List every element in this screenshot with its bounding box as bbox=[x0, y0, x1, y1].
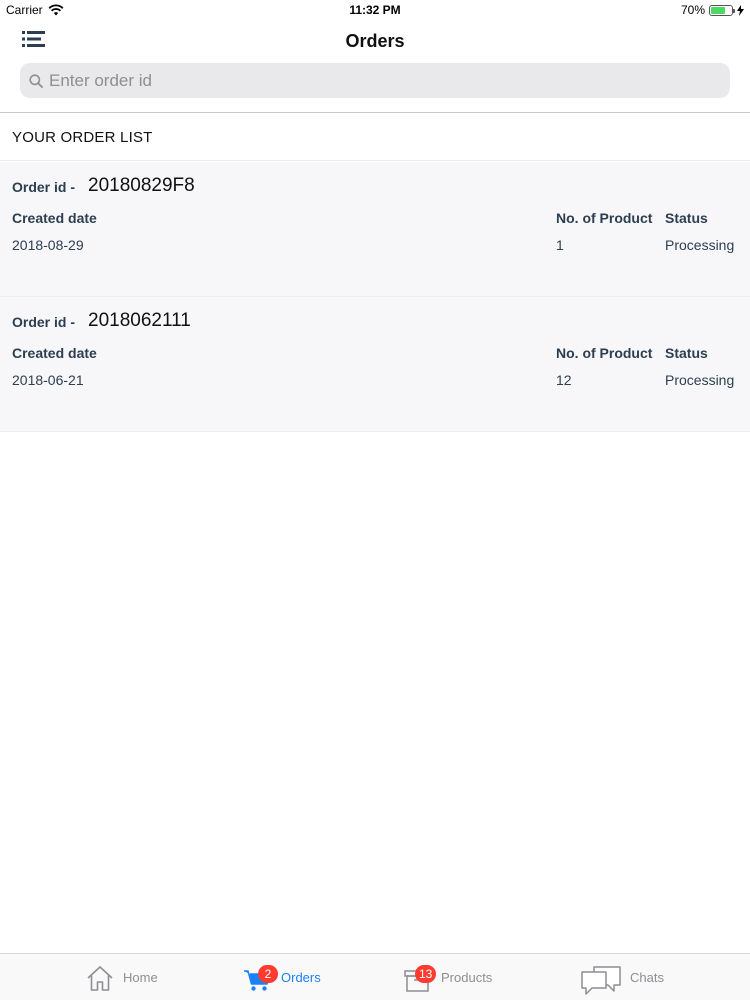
tab-label: Home bbox=[123, 970, 158, 985]
search-icon bbox=[29, 73, 43, 88]
battery-level bbox=[711, 6, 725, 14]
order-list: Order id - 20180829F8 Created date No. o… bbox=[0, 162, 750, 432]
tab-home[interactable]: Home bbox=[85, 954, 158, 1000]
product-count-label: No. of Product bbox=[556, 345, 653, 361]
order-id-label: Order id - bbox=[12, 179, 76, 195]
order-card[interactable]: Order id - 20180829F8 Created date No. o… bbox=[0, 162, 750, 297]
order-status: Processing bbox=[665, 237, 735, 253]
chat-icon bbox=[581, 965, 621, 995]
product-count: 12 bbox=[556, 372, 572, 388]
order-status: Processing bbox=[665, 372, 735, 388]
tab-label: Orders bbox=[281, 970, 321, 985]
tab-orders[interactable]: 2 Orders bbox=[243, 954, 321, 1000]
navigation-bar: Orders bbox=[0, 20, 750, 62]
menu-button[interactable] bbox=[22, 30, 50, 52]
section-title: YOUR ORDER LIST bbox=[12, 129, 153, 146]
clock: 11:32 PM bbox=[349, 3, 401, 17]
tab-chats[interactable]: Chats bbox=[580, 954, 664, 1000]
tab-label: Products bbox=[441, 970, 493, 985]
created-date: 2018-06-21 bbox=[12, 372, 84, 388]
charging-bolt-icon bbox=[737, 4, 744, 16]
page-title: Orders bbox=[345, 31, 405, 51]
home-icon bbox=[87, 965, 113, 991]
created-date-label: Created date bbox=[12, 345, 97, 361]
status-bar: Carrier 11:32 PM 70% bbox=[0, 0, 750, 20]
order-id: 20180829F8 bbox=[88, 175, 195, 196]
products-badge: 13 bbox=[415, 964, 437, 983]
created-date-label: Created date bbox=[12, 210, 97, 226]
search-bar[interactable] bbox=[20, 63, 730, 98]
orders-badge: 2 bbox=[258, 964, 278, 983]
tab-products[interactable]: 13 Products bbox=[403, 954, 492, 1000]
status-label: Status bbox=[665, 210, 708, 226]
order-card[interactable]: Order id - 2018062111 Created date No. o… bbox=[0, 297, 750, 432]
tab-label: Chats bbox=[630, 970, 664, 985]
product-count: 1 bbox=[556, 237, 564, 253]
product-count-label: No. of Product bbox=[556, 210, 653, 226]
order-id-label: Order id - bbox=[12, 314, 76, 330]
created-date: 2018-08-29 bbox=[12, 237, 84, 253]
list-menu-icon bbox=[22, 31, 45, 47]
status-label: Status bbox=[665, 345, 708, 361]
battery-icon bbox=[709, 4, 735, 16]
search-input[interactable] bbox=[49, 70, 699, 91]
battery-percent: 70% bbox=[680, 3, 705, 17]
order-id: 2018062111 bbox=[88, 310, 191, 331]
section-header: YOUR ORDER LIST bbox=[0, 113, 750, 161]
tab-bar: Home 2 Orders 13 Products Chats bbox=[0, 953, 750, 1000]
